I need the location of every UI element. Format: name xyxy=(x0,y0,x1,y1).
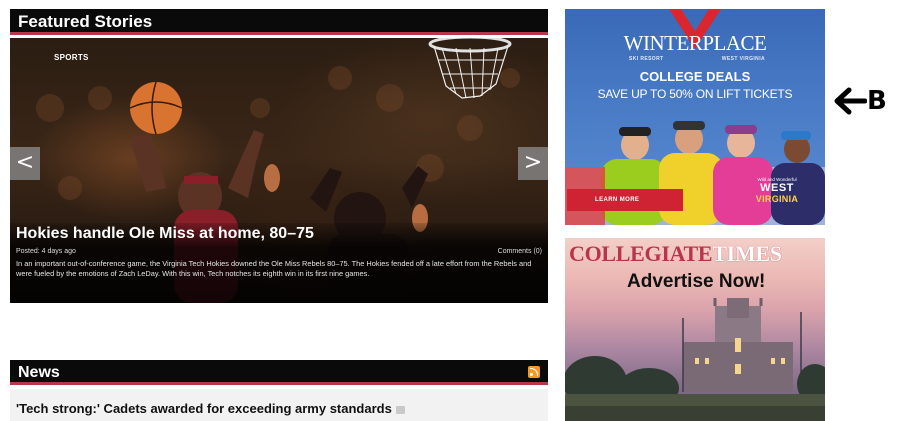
wv-west: WEST xyxy=(760,182,794,194)
story-caption: Hokies handle Ole Miss at home, 80–75 Po… xyxy=(10,223,548,303)
rss-icon[interactable] xyxy=(528,366,540,378)
comments-link[interactable]: Comments (0) xyxy=(498,248,542,255)
news-header: News xyxy=(10,360,548,385)
featured-slider[interactable]: SPORTS < > Hokies handle Ole Miss at hom… xyxy=(10,38,548,303)
news-list: 'Tech strong:' Cadets awarded for exceed… xyxy=(10,389,548,421)
chevron-left-icon: < xyxy=(15,150,35,175)
wv-virginia: VIRGINIA xyxy=(755,194,799,204)
arrow-left-icon xyxy=(834,87,867,115)
next-slide-button[interactable]: > xyxy=(518,147,548,180)
annotation-label: B xyxy=(833,86,887,116)
category-tag[interactable]: SPORTS xyxy=(54,53,89,62)
collegiate-times-ad[interactable]: COLLEGIATETIMES Advertise Now! xyxy=(565,238,825,421)
campus-photo xyxy=(565,298,825,421)
ad-offer: SAVE UP TO 50% ON LIFT TICKETS xyxy=(597,87,793,101)
featured-stories-header: Featured Stories xyxy=(10,9,548,35)
posted-date: Posted: 4 days ago xyxy=(16,248,76,255)
list-item[interactable]: 'Tech strong:' Cadets awarded for exceed… xyxy=(16,401,405,416)
winterplace-sub-left: SKI RESORT xyxy=(629,56,664,62)
ad-headline: COLLEGE DEALS xyxy=(639,69,751,84)
logo-part-2: TIMES xyxy=(712,241,782,266)
west-virginia-logo: Wild and Wonderful WEST VIRGINIA xyxy=(741,177,813,204)
previous-slide-button[interactable]: < xyxy=(10,147,40,180)
news-item-title[interactable]: 'Tech strong:' Cadets awarded for exceed… xyxy=(16,401,392,416)
story-summary: In an important out-of-conference game, … xyxy=(16,259,532,278)
winterplace-brand: WINTERPLACE xyxy=(623,31,767,55)
news-header-label: News xyxy=(18,364,60,381)
hoop-net xyxy=(428,38,512,99)
logo-part-1: COLLEGIATE xyxy=(569,241,713,266)
story-meta: Posted: 4 days ago Comments (0) xyxy=(16,248,542,255)
annotation-letter: B xyxy=(867,86,887,116)
comment-icon xyxy=(395,405,405,414)
learn-more-button[interactable]: LEARN MORE xyxy=(567,189,683,211)
basketball xyxy=(129,81,183,135)
chevron-right-icon: > xyxy=(523,150,543,175)
collegiate-times-logo: COLLEGIATETIMES xyxy=(569,241,782,267)
advertise-now-cta[interactable]: Advertise Now! xyxy=(627,271,765,293)
story-title-link[interactable]: Hokies handle Ole Miss at home, 80–75 xyxy=(16,225,314,243)
winterplace-sub-right: WEST VIRGINIA xyxy=(721,56,765,62)
winterplace-ad[interactable]: WINTERPLACE SKI RESORT WEST VIRGINIA COL… xyxy=(565,9,825,225)
